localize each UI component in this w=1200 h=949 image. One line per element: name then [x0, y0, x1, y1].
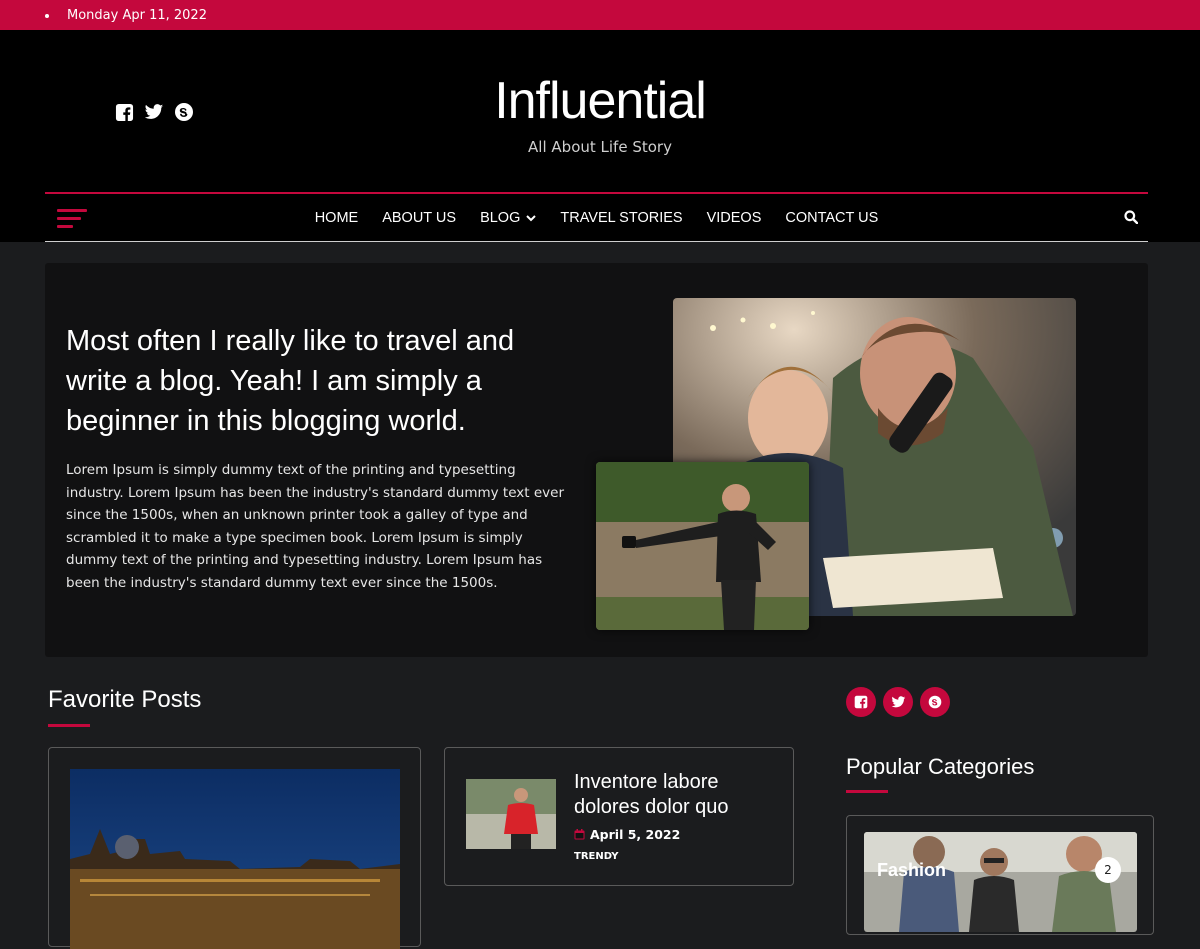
category-card-fashion[interactable]: [864, 832, 1137, 932]
favorite-posts-heading: Favorite Posts: [48, 686, 201, 727]
current-date: Monday Apr 11, 2022: [67, 7, 207, 23]
nav-item-blog[interactable]: BLOG: [480, 209, 537, 226]
site-header: Influential All About Life Story HOME AB…: [0, 30, 1200, 242]
skype-icon[interactable]: [920, 687, 950, 717]
category-name[interactable]: Fashion: [877, 860, 946, 881]
post-thumbnail[interactable]: [466, 779, 556, 849]
hero-body: Lorem Ipsum is simply dummy text of the …: [66, 462, 565, 591]
post-category[interactable]: TRENDY: [574, 851, 619, 862]
post-card[interactable]: Inventore labore dolores dolor quo April…: [444, 747, 794, 886]
hero-image-workout: [596, 462, 809, 630]
section-title-text: Favorite Posts: [48, 686, 202, 713]
nav-item-about-us[interactable]: ABOUT US: [382, 210, 456, 226]
hero-section: Most often I really like to travel and w…: [45, 263, 1148, 657]
featured-post-image[interactable]: [70, 769, 400, 949]
popular-categories-heading: Popular Categories: [846, 754, 1034, 793]
nav-item-contact-us[interactable]: CONTACT US: [785, 210, 878, 226]
twitter-icon[interactable]: [883, 687, 913, 717]
category-widget: Fashion 2: [846, 815, 1154, 935]
site-title[interactable]: Influential: [0, 70, 1200, 132]
nav-item-videos[interactable]: VIDEOS: [707, 210, 762, 226]
nav-item-home[interactable]: HOME: [315, 210, 359, 226]
main-navigation: HOME ABOUT US BLOG TRAVEL STORIES VIDEOS…: [45, 192, 1148, 242]
post-title[interactable]: Inventore labore dolores dolor quo: [574, 770, 774, 820]
section-title-text: Popular Categories: [846, 754, 1035, 779]
facebook-icon[interactable]: [846, 687, 876, 717]
title-underline: [48, 724, 90, 727]
chevron-down-icon: [526, 214, 537, 221]
bullet-icon: [45, 14, 49, 18]
post-date-text: April 5, 2022: [590, 827, 681, 842]
nav-menu: HOME ABOUT US BLOG TRAVEL STORIES VIDEOS…: [315, 210, 879, 226]
search-icon[interactable]: [1124, 209, 1139, 228]
site-tagline: All About Life Story: [528, 138, 672, 157]
hamburger-menu-icon[interactable]: [57, 209, 89, 229]
post-date: April 5, 2022: [574, 827, 680, 842]
nav-item-label: BLOG: [480, 209, 521, 226]
title-underline: [846, 790, 888, 793]
hero-heading: Most often I really like to travel and w…: [66, 325, 515, 437]
site-branding: Influential All About Life Story: [0, 70, 1200, 156]
top-bar: Monday Apr 11, 2022: [0, 0, 1200, 30]
category-count-badge: 2: [1095, 857, 1121, 883]
sidebar-social-links: [846, 687, 950, 717]
calendar-icon: [574, 829, 585, 840]
nav-item-travel-stories[interactable]: TRAVEL STORIES: [560, 210, 682, 226]
featured-post-card[interactable]: [48, 747, 421, 949]
